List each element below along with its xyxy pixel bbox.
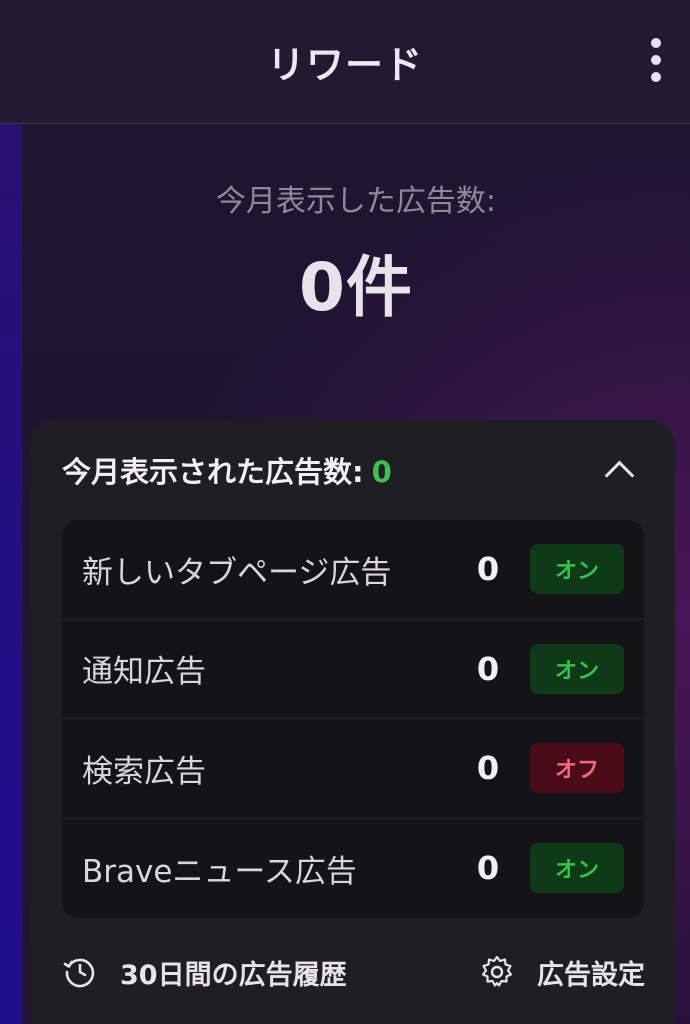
history-clock-icon (63, 958, 95, 988)
monthly-ads-summary: 今月表示した広告数: 0件 (22, 124, 690, 404)
card-title: 今月表示された広告数: 0 (62, 449, 392, 491)
kebab-menu-icon[interactable] (648, 38, 664, 82)
ads-settings-link[interactable]: 広告設定 (479, 953, 645, 992)
kebab-dot (651, 38, 661, 48)
ad-type-list: 新しいタブページ広告 0 オン 通知広告 0 オン 検索広告 0 オフ Brav… (62, 520, 644, 918)
ad-type-label: 通知広告 (82, 654, 206, 691)
side-gradient-edge (0, 124, 22, 1024)
ads-history-link[interactable]: 30日間の広告履歴 (62, 953, 347, 992)
card-title-count: 0 (371, 455, 392, 489)
status-badge[interactable]: オン (530, 544, 624, 595)
status-badge[interactable]: オン (530, 643, 624, 694)
list-item-brave-news-ads: Braveニュース広告 0 オン (62, 819, 644, 919)
status-badge[interactable]: オフ (530, 743, 624, 794)
card-footer: 30日間の広告履歴 広告設定 (62, 950, 645, 994)
ad-type-count: 0 (476, 749, 500, 788)
chevron-up-icon[interactable] (601, 453, 635, 487)
app-header: リワード (0, 0, 690, 124)
ad-type-label: Braveニュース広告 (82, 853, 357, 890)
ads-breakdown-card: 今月表示された広告数: 0 新しいタブページ広告 0 オン 通知広告 0 オン 検… (30, 420, 675, 1024)
kebab-dot (651, 72, 661, 82)
card-header[interactable]: 今月表示された広告数: 0 (62, 450, 635, 490)
list-item-notification-ads: 通知広告 0 オン (62, 620, 644, 719)
page-title: リワード (266, 43, 423, 87)
ads-settings-label: 広告設定 (537, 959, 645, 991)
kebab-dot (651, 55, 661, 65)
ad-type-count: 0 (476, 550, 500, 589)
ad-type-count: 0 (476, 849, 500, 888)
ad-type-label: 新しいタブページ広告 (82, 554, 392, 591)
ads-history-label: 30日間の広告履歴 (120, 959, 347, 991)
card-title-label: 今月表示された広告数: (62, 455, 364, 489)
list-item-new-tab-ads: 新しいタブページ広告 0 オン (62, 520, 644, 620)
summary-value: 0件 (299, 249, 413, 326)
gear-icon (481, 955, 513, 987)
status-badge[interactable]: オン (530, 843, 624, 894)
ad-type-count: 0 (476, 649, 500, 688)
list-item-search-ads: 検索広告 0 オフ (62, 719, 644, 819)
ad-type-label: 検索広告 (82, 753, 206, 790)
summary-label: 今月表示した広告数: (215, 184, 497, 219)
